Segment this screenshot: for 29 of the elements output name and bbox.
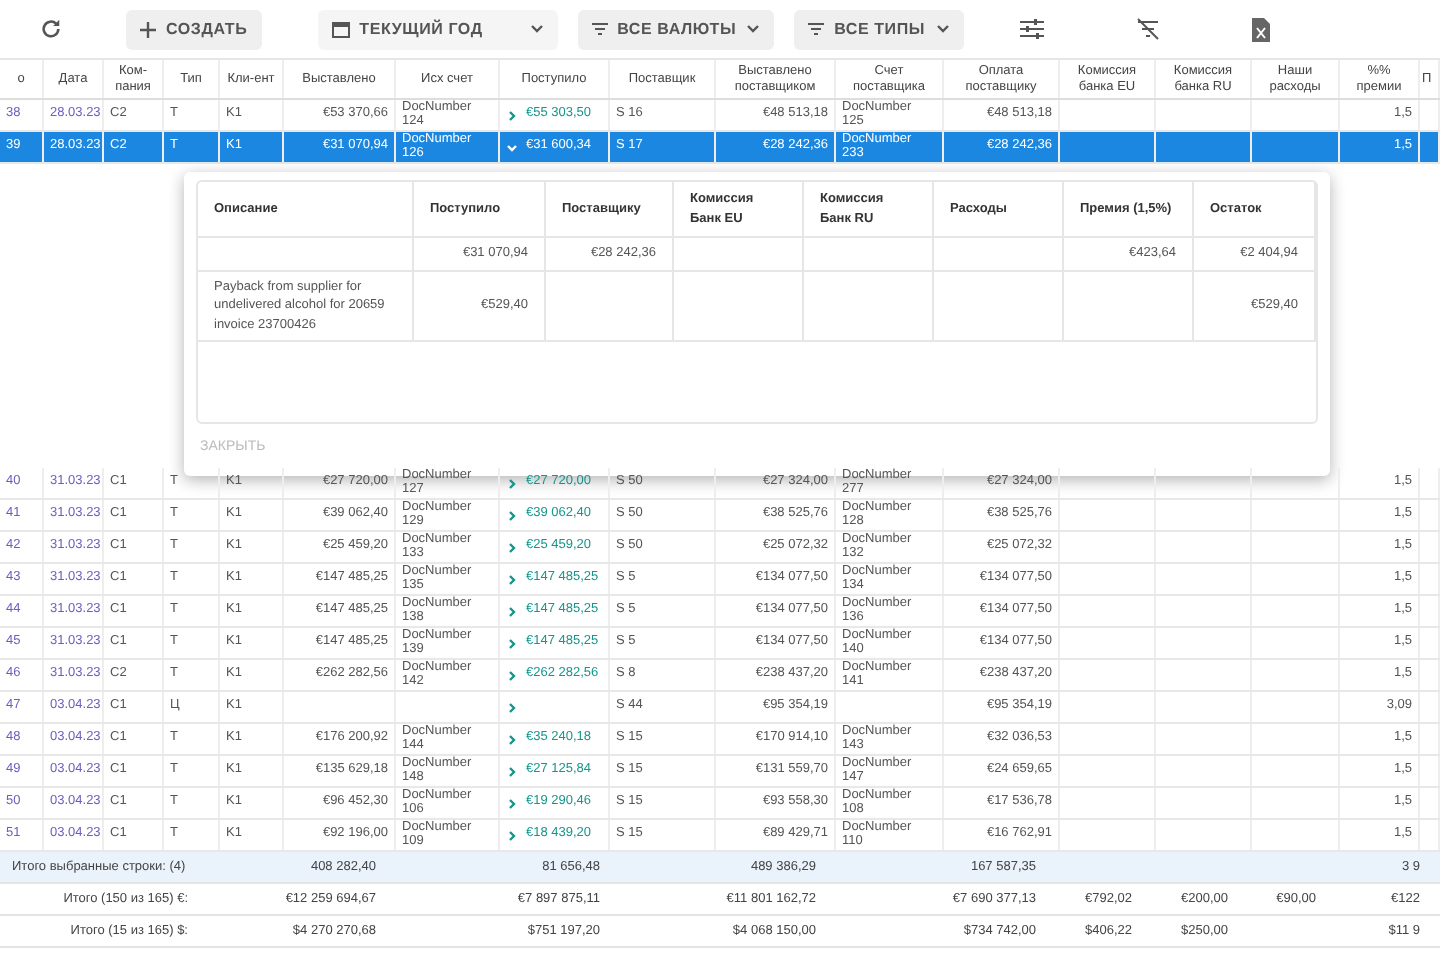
plus-icon [140, 21, 156, 37]
filter-icon [591, 22, 608, 36]
caret-icon [746, 24, 761, 34]
chevron-right-icon[interactable] [506, 669, 518, 681]
chevron-right-icon[interactable] [506, 765, 518, 777]
sliders-icon[interactable] [1019, 18, 1044, 40]
chevron-right-icon[interactable] [506, 637, 518, 649]
chevron-down-icon[interactable] [506, 141, 518, 153]
chevron-right-icon[interactable] [506, 829, 518, 841]
chevron-right-icon[interactable] [506, 509, 518, 521]
chevron-right-icon[interactable] [506, 109, 518, 121]
calendar-icon [331, 20, 350, 38]
chevron-right-icon[interactable] [506, 797, 518, 809]
filter-icon [808, 22, 825, 36]
caret-icon [529, 24, 544, 34]
chevron-right-icon[interactable] [506, 733, 518, 745]
refresh-icon[interactable] [40, 18, 62, 40]
type-filter[interactable]: ВСЕ ТИПЫ [794, 9, 964, 49]
spreadsheet-file-icon[interactable] [1251, 17, 1270, 41]
clear-filter-icon[interactable] [1135, 18, 1160, 40]
chevron-right-icon[interactable] [506, 541, 518, 553]
chevron-right-icon[interactable] [506, 605, 518, 617]
create-button[interactable]: СОЗДАТЬ [126, 9, 262, 49]
period-dropdown[interactable]: ТЕКУЩИЙ ГОД [317, 9, 558, 49]
chevron-right-icon[interactable] [506, 477, 518, 489]
chevron-right-icon[interactable] [506, 701, 518, 713]
currency-filter[interactable]: ВСЕ ВАЛЮТЫ [577, 9, 775, 49]
caret-icon [935, 24, 950, 34]
chevron-right-icon[interactable] [506, 573, 518, 585]
